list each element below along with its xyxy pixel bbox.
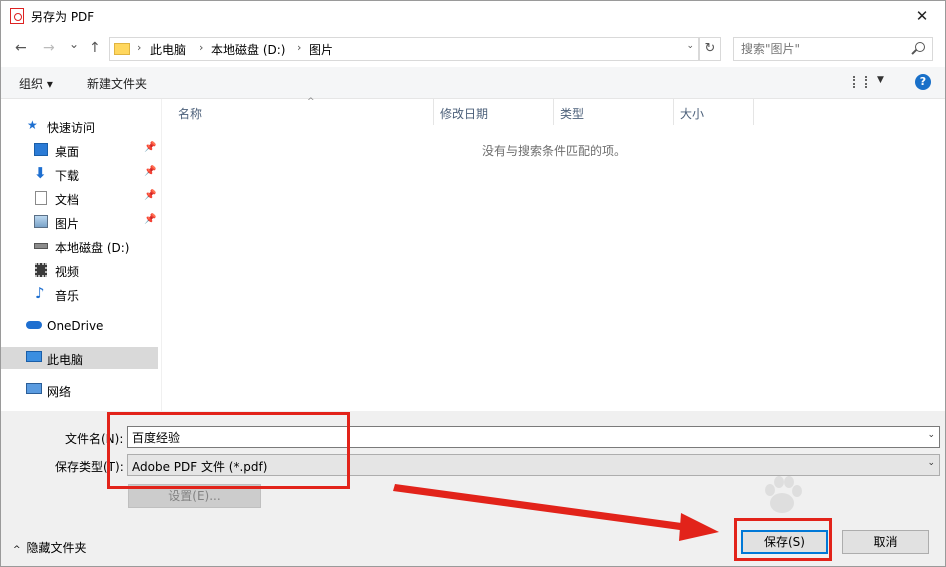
- column-header-name[interactable]: 名称 ^: [172, 97, 434, 125]
- pin-icon[interactable]: 📌: [144, 166, 156, 177]
- nav-item-network[interactable]: 网络: [1, 379, 158, 401]
- close-button[interactable]: ✕: [899, 1, 945, 31]
- chevron-down-icon[interactable]: ▼: [877, 75, 884, 85]
- pin-icon[interactable]: 📌: [144, 142, 156, 153]
- hide-folders-toggle[interactable]: ^ 隐藏文件夹: [13, 539, 87, 556]
- star-icon: ★: [27, 118, 38, 132]
- forward-arrow-icon[interactable]: →: [43, 40, 55, 56]
- nav-item-label: 音乐: [55, 289, 80, 303]
- filename-field[interactable]: ⌄: [127, 426, 940, 448]
- chevron-down-icon[interactable]: ⌄: [927, 458, 935, 468]
- save-as-dialog: 另存为 PDF ✕ ← → ⌄ ↑ › 此电脑 › 本地磁盘 (D:) › 图片…: [0, 0, 946, 567]
- refresh-icon[interactable]: ↻: [699, 37, 721, 61]
- organize-menu[interactable]: 组织 ▾: [19, 75, 53, 92]
- file-list[interactable]: 名称 ^ 修改日期 类型 大小 没有与搜索条件匹配的项。: [162, 97, 945, 411]
- nav-item-this-pc[interactable]: 此电脑: [1, 347, 158, 369]
- download-icon: ⬇: [34, 164, 47, 182]
- search-input[interactable]: [741, 39, 911, 59]
- filename-input[interactable]: [132, 428, 912, 446]
- breadcrumb-local-disk[interactable]: 本地磁盘 (D:): [211, 41, 285, 58]
- nav-item-onedrive[interactable]: OneDrive: [1, 315, 158, 337]
- filename-label: 文件名(N):: [65, 432, 124, 446]
- nav-item-label: 快速访问: [47, 121, 96, 135]
- column-header-size[interactable]: 大小: [674, 99, 754, 125]
- nav-item-music[interactable]: ♪ 音乐: [1, 283, 158, 305]
- new-folder-button[interactable]: 新建文件夹: [87, 75, 147, 92]
- nav-item-label: 此电脑: [47, 353, 84, 367]
- search-icon[interactable]: [915, 42, 925, 52]
- nav-item-label: 下载: [55, 169, 80, 183]
- nav-item-label: OneDrive: [47, 319, 104, 333]
- address-row: ← → ⌄ ↑ › 此电脑 › 本地磁盘 (D:) › 图片 ⌄ ↻: [1, 31, 945, 67]
- column-label: 修改日期: [440, 107, 489, 121]
- document-icon: [35, 191, 47, 205]
- nav-item-downloads[interactable]: ⬇ 下载 📌: [1, 163, 158, 185]
- nav-item-videos[interactable]: 视频: [1, 259, 158, 281]
- settings-button[interactable]: 设置(E)...: [128, 484, 261, 508]
- nav-item-pictures[interactable]: 图片 📌: [1, 211, 158, 233]
- column-label: 大小: [680, 107, 705, 121]
- nav-item-label: 图片: [55, 217, 80, 231]
- nav-item-label: 桌面: [55, 145, 80, 159]
- sort-arrow-icon: ^: [307, 97, 315, 107]
- drive-icon: [34, 243, 48, 249]
- nav-item-documents[interactable]: 文档 📌: [1, 187, 158, 209]
- column-label: 名称: [178, 107, 203, 121]
- filetype-label: 保存类型(T):: [55, 460, 124, 474]
- network-icon: [26, 383, 42, 394]
- save-options-area: 文件名(N): ⌄ 保存类型(T): Adobe PDF 文件 (*.pdf) …: [1, 411, 945, 566]
- music-icon: ♪: [35, 284, 45, 302]
- breadcrumb-pictures[interactable]: 图片: [309, 41, 333, 58]
- address-bar[interactable]: › 此电脑 › 本地磁盘 (D:) › 图片 ⌄: [109, 37, 699, 61]
- recent-locations-icon[interactable]: ⌄: [69, 37, 79, 51]
- save-button[interactable]: 保存(S): [741, 530, 828, 554]
- desktop-icon: [34, 143, 48, 156]
- breadcrumb-this-pc[interactable]: 此电脑: [150, 41, 186, 58]
- nav-item-quick-access[interactable]: ★ 快速访问: [1, 115, 158, 137]
- breadcrumb-separator: ›: [199, 41, 204, 54]
- column-header-modified[interactable]: 修改日期: [434, 99, 554, 125]
- view-options-icon[interactable]: [853, 76, 867, 88]
- hide-folders-label: 隐藏文件夹: [26, 541, 87, 555]
- pictures-icon: [34, 215, 48, 228]
- column-label: 类型: [560, 107, 585, 121]
- cancel-button[interactable]: 取消: [842, 530, 929, 554]
- cloud-icon: [26, 321, 42, 329]
- filetype-value: Adobe PDF 文件 (*.pdf): [132, 460, 268, 474]
- command-bar: 组织 ▾ 新建文件夹 ▼ ?: [1, 67, 945, 99]
- pin-icon[interactable]: 📌: [144, 190, 156, 201]
- breadcrumb-separator: ›: [137, 41, 142, 54]
- nav-item-label: 本地磁盘 (D:): [55, 241, 130, 255]
- video-icon: [35, 263, 47, 277]
- pin-icon[interactable]: 📌: [144, 214, 156, 225]
- chevron-down-icon[interactable]: ⌄: [686, 41, 694, 51]
- pdf-icon: [10, 8, 24, 24]
- computer-icon: [26, 351, 42, 362]
- nav-item-label: 视频: [55, 265, 80, 279]
- chevron-down-icon[interactable]: ⌄: [927, 430, 935, 440]
- navigation-pane: ★ 快速访问 桌面 📌 ⬇ 下载 📌 文档 📌 图片 📌 本地磁盘 (D:) 视…: [1, 99, 161, 411]
- column-header-type[interactable]: 类型: [554, 99, 674, 125]
- back-arrow-icon[interactable]: ←: [15, 40, 27, 56]
- up-arrow-icon[interactable]: ↑: [89, 40, 101, 56]
- filetype-select[interactable]: Adobe PDF 文件 (*.pdf) ⌄: [127, 454, 940, 476]
- search-box[interactable]: [733, 37, 933, 61]
- nav-item-local-disk[interactable]: 本地磁盘 (D:): [1, 235, 158, 257]
- help-icon[interactable]: ?: [915, 74, 931, 90]
- window-title: 另存为 PDF: [31, 10, 95, 24]
- chevron-up-icon: ^: [13, 545, 21, 555]
- folder-icon: [114, 43, 130, 55]
- breadcrumb-separator: ›: [297, 41, 302, 54]
- nav-item-desktop[interactable]: 桌面 📌: [1, 139, 158, 161]
- empty-message: 没有与搜索条件匹配的项。: [482, 144, 627, 158]
- nav-item-label: 网络: [47, 385, 72, 399]
- title-bar: 另存为 PDF ✕: [1, 1, 945, 31]
- nav-item-label: 文档: [55, 193, 80, 207]
